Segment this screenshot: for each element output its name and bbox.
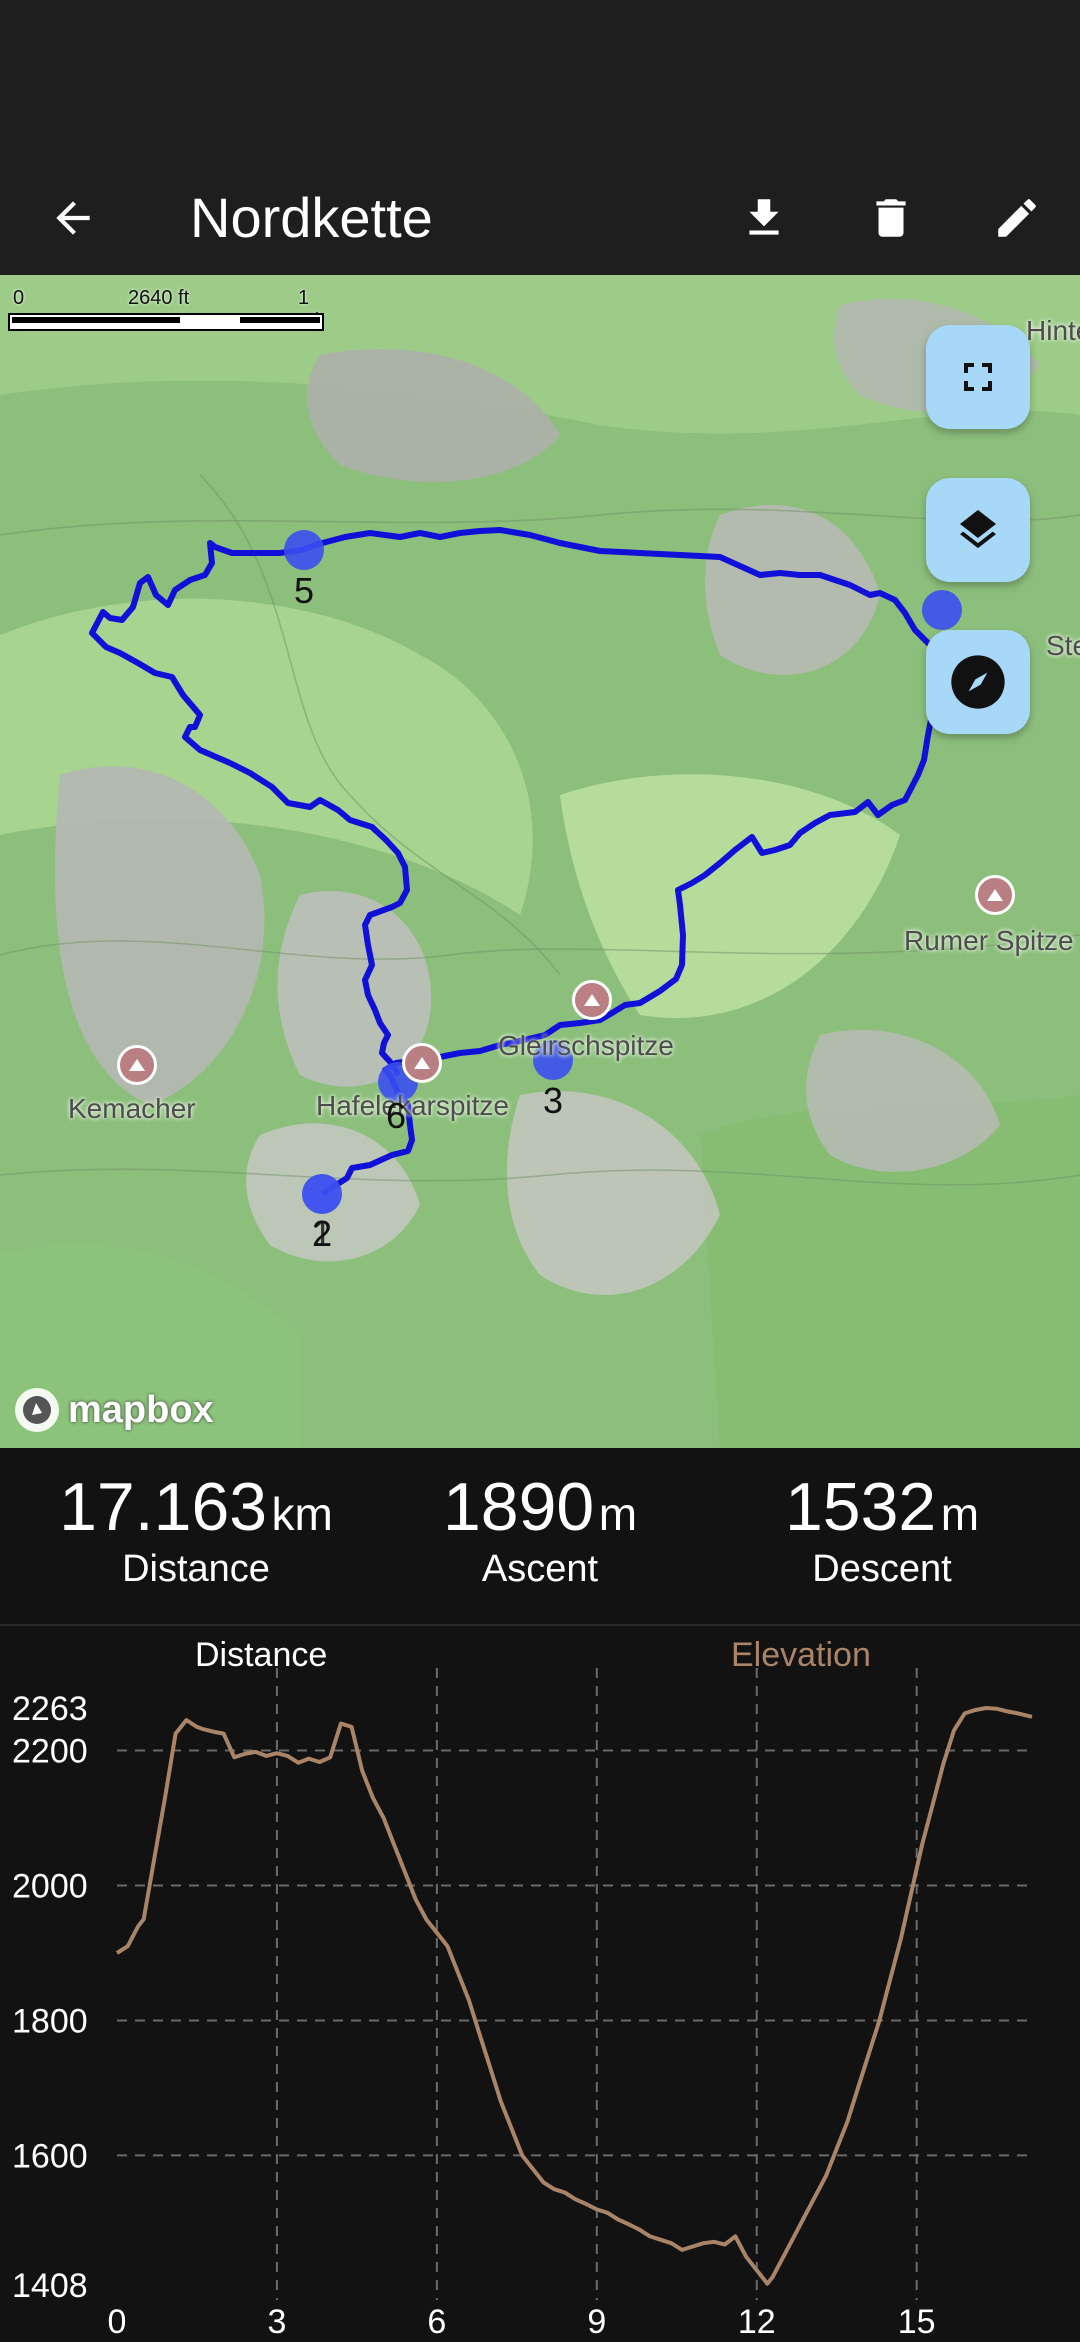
- elevation-chart[interactable]: Distance Elevation 2263 2200 2000 1800 1600 1…: [0, 1626, 1080, 2341]
- peak-icon: [975, 875, 1015, 915]
- mapbox-icon: [15, 1388, 59, 1432]
- place-label-ste: Ste: [1046, 630, 1080, 661]
- ascent-label: Ascent: [481, 1548, 599, 1590]
- ascent-value: 1890: [442, 1469, 595, 1545]
- app-bar: Nordkette: [0, 160, 1080, 275]
- descent-label: Descent: [812, 1548, 952, 1590]
- x-tick-label: 3: [267, 2303, 286, 2337]
- layers-button[interactable]: [926, 478, 1030, 582]
- y-tick-label: 2000: [12, 1867, 88, 1905]
- place-label-hafelekarspitze: Hafelekarspitze: [316, 1090, 509, 1121]
- distance-unit: km: [271, 1488, 333, 1540]
- waypoint-label-1: 1: [312, 1213, 333, 1254]
- map-terrain: [0, 275, 1080, 1448]
- place-label-rumer-spitze: Rumer Spitze: [904, 925, 1074, 956]
- map-view[interactable]: 0 2640 ft 1 mi Hinte Ste Rumer Spitze Gl…: [0, 275, 1080, 1448]
- page-title: Nordkette: [190, 186, 433, 249]
- stat-descent: 1532 m Descent: [702, 1468, 1062, 1591]
- x-tick-label: 0: [108, 2303, 127, 2337]
- compass-button[interactable]: [926, 630, 1030, 734]
- waypoint-5-marker[interactable]: [284, 530, 324, 570]
- y-tick-label: 1800: [12, 2002, 88, 2040]
- fullscreen-button[interactable]: [926, 325, 1030, 429]
- scale-label-mid: 2640 ft: [128, 287, 190, 309]
- delete-button[interactable]: [851, 178, 931, 258]
- y-tick-label: 1408: [12, 2267, 88, 2305]
- legend-elevation: Elevation: [731, 1636, 871, 1674]
- y-tick-label: 2263: [12, 1690, 88, 1728]
- download-icon: [749, 199, 779, 235]
- track-stats: 17.163 km Distance 1890 m Ascent 1532 m …: [0, 1448, 1080, 1626]
- waypoint-1-marker[interactable]: [302, 1174, 342, 1214]
- waypoint-label-5: 5: [294, 570, 315, 611]
- waypoint-4-marker[interactable]: [922, 590, 962, 630]
- download-button[interactable]: [724, 178, 804, 258]
- distance-label: Distance: [122, 1548, 270, 1590]
- peak-icon: [572, 980, 612, 1020]
- x-tick-label: 12: [738, 2303, 776, 2337]
- status-bar: [0, 0, 1080, 160]
- distance-value: 17.163: [59, 1469, 268, 1545]
- ascent-unit: m: [598, 1488, 638, 1540]
- descent-value: 1532: [784, 1469, 937, 1545]
- x-tick-label: 6: [427, 2303, 446, 2337]
- delete-icon: [876, 199, 906, 237]
- edit-button[interactable]: [977, 178, 1057, 258]
- legend-distance: Distance: [195, 1636, 328, 1674]
- compass-icon: [951, 655, 1005, 709]
- scale-bar: 0 2640 ft 1 mi: [8, 287, 328, 347]
- layers-icon: [960, 510, 996, 549]
- x-tick-label: 15: [898, 2303, 936, 2337]
- elevation-chart-plot: 2263 2200 2000 1800 1600 1408 0 3 6 9 12 15: [12, 1668, 1033, 2341]
- edit-icon: [998, 199, 1036, 237]
- stat-distance: 17.163 km Distance: [16, 1468, 376, 1591]
- place-label-gleirschspitze: Gleirschspitze: [498, 1030, 674, 1061]
- peak-icon: [117, 1045, 157, 1085]
- elevation-line: [115, 1706, 1033, 2286]
- waypoint-label-3: 3: [543, 1080, 564, 1121]
- place-label-kemacher: Kemacher: [68, 1093, 196, 1124]
- place-label-hinte: Hinte: [1026, 315, 1080, 346]
- descent-unit: m: [940, 1488, 980, 1540]
- mapbox-wordmark: mapbox: [68, 1388, 214, 1431]
- y-tick-label: 1600: [12, 2137, 88, 2175]
- waypoint-label-6: 6: [386, 1095, 407, 1136]
- x-tick-label: 9: [587, 2303, 606, 2337]
- fullscreen-icon: [964, 363, 992, 391]
- scale-label-0: 0: [13, 287, 25, 309]
- mapbox-logo[interactable]: mapbox: [12, 1385, 214, 1435]
- back-button[interactable]: [33, 178, 113, 258]
- stat-ascent: 1890 m Ascent: [360, 1468, 720, 1591]
- peak-icon: [402, 1043, 442, 1083]
- y-tick-label: 2200: [12, 1733, 88, 1771]
- arrow-back-icon: [56, 201, 90, 235]
